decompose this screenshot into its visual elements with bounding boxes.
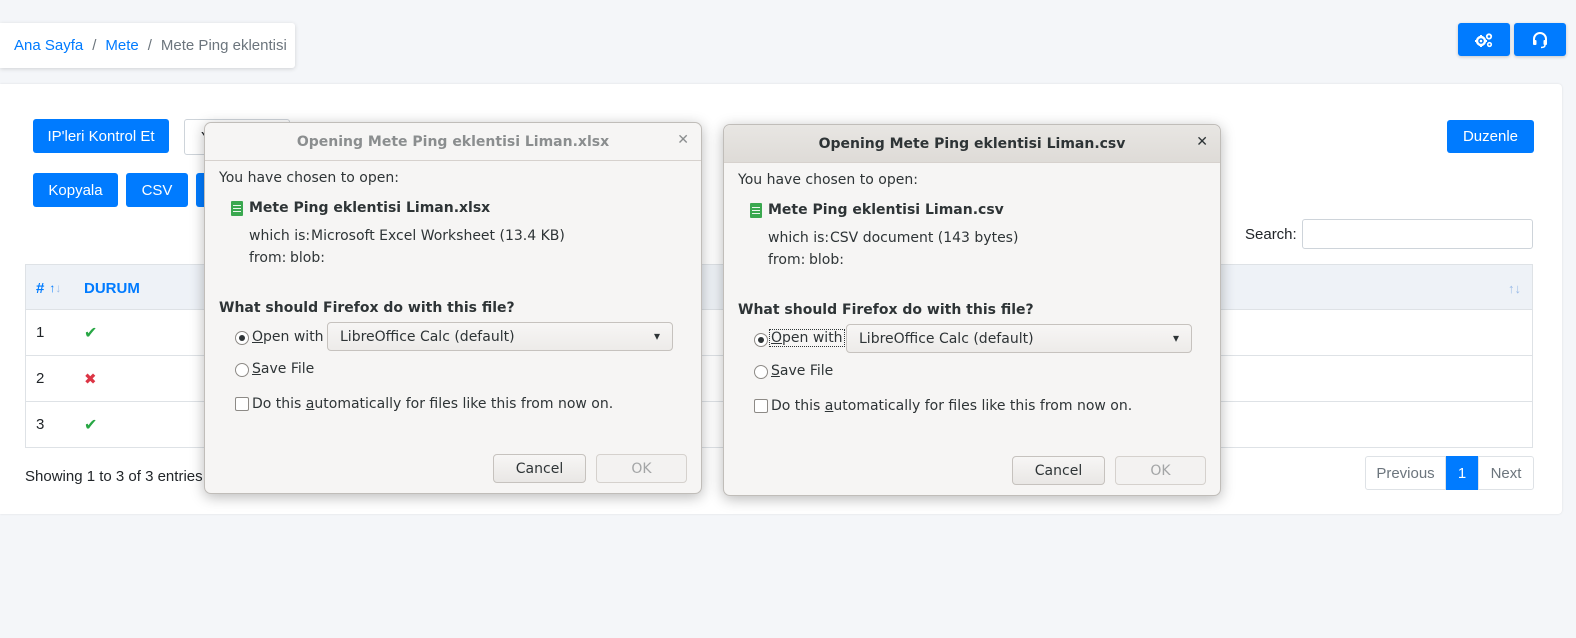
pagination-next[interactable]: Next <box>1478 456 1534 490</box>
table-info: Showing 1 to 3 of 3 entries <box>25 468 203 485</box>
check-ips-button[interactable]: IP'leri Kontrol Et <box>33 119 169 153</box>
breadcrumb-home-link[interactable]: Ana Sayfa <box>14 37 83 54</box>
column-header-number[interactable]: # ↑ ↓ <box>36 265 61 311</box>
file-source-value: blob: <box>809 252 844 268</box>
status-ok-icon: ✔ <box>84 324 98 342</box>
ok-button[interactable]: OK <box>1115 456 1206 485</box>
breadcrumb-separator: / <box>92 37 97 54</box>
support-button[interactable] <box>1514 23 1566 56</box>
file-source-value: blob: <box>290 250 325 266</box>
open-with-radio[interactable] <box>754 333 768 347</box>
row-number: 3 <box>36 416 45 433</box>
application-select-value: LibreOffice Calc (default) <box>859 330 1034 347</box>
chevron-down-icon: ▾ <box>653 329 660 343</box>
dialog-title: Opening Mete Ping eklentisi Liman.xlsx <box>205 123 701 161</box>
edit-button[interactable]: Duzenle <box>1447 120 1534 153</box>
auto-label[interactable]: Do this automatically for files like thi… <box>771 398 1132 414</box>
spreadsheet-file-icon <box>750 203 762 218</box>
open-file-dialog-xlsx: Opening Mete Ping eklentisi Liman.xlsx ✕… <box>204 122 702 494</box>
save-file-radio[interactable] <box>754 365 768 379</box>
cancel-button[interactable]: Cancel <box>493 454 586 483</box>
status-ok-icon: ✔ <box>84 416 98 434</box>
sort-desc-icon: ↓ <box>55 281 62 295</box>
auto-checkbox[interactable] <box>754 399 768 413</box>
csv-button[interactable]: CSV <box>126 173 188 207</box>
ok-button[interactable]: OK <box>596 454 687 483</box>
save-file-label[interactable]: Save File <box>252 361 314 377</box>
close-icon[interactable]: ✕ <box>1196 134 1208 150</box>
auto-label[interactable]: Do this automatically for files like thi… <box>252 396 613 412</box>
row-number: 1 <box>36 324 45 341</box>
breadcrumb-parent-link[interactable]: Mete <box>105 37 138 54</box>
open-with-label[interactable]: Open with <box>252 329 324 345</box>
chevron-down-icon: ▾ <box>1172 331 1179 345</box>
search-input[interactable] <box>1302 219 1533 249</box>
application-select[interactable]: LibreOffice Calc (default) ▾ <box>327 322 673 351</box>
headset-icon <box>1533 31 1547 48</box>
open-file-dialog-csv: Opening Mete Ping eklentisi Liman.csv ✕ … <box>723 124 1221 496</box>
chosen-label: You have chosen to open: <box>738 172 918 188</box>
column-header-durum[interactable]: DURUM <box>84 265 140 311</box>
gears-icon <box>1475 32 1493 47</box>
settings-button[interactable] <box>1458 23 1510 56</box>
pagination-previous[interactable]: Previous <box>1365 456 1446 490</box>
save-file-radio[interactable] <box>235 363 249 377</box>
open-with-label[interactable]: Open with <box>769 329 845 347</box>
auto-checkbox[interactable] <box>235 397 249 411</box>
copy-button[interactable]: Kopyala <box>33 173 118 207</box>
file-type-value: Microsoft Excel Worksheet (13.4 KB) <box>311 228 565 244</box>
spreadsheet-file-icon <box>231 201 243 216</box>
action-question: What should Firefox do with this file? <box>738 302 1034 318</box>
open-with-radio[interactable] <box>235 331 249 345</box>
save-file-label[interactable]: Save File <box>771 363 833 379</box>
close-icon[interactable]: ✕ <box>677 132 689 148</box>
application-select[interactable]: LibreOffice Calc (default) ▾ <box>846 324 1192 353</box>
search-label: Search: <box>1245 226 1297 243</box>
pagination-page-1[interactable]: 1 <box>1446 456 1478 490</box>
dialog-title: Opening Mete Ping eklentisi Liman.csv <box>724 125 1220 163</box>
cancel-button[interactable]: Cancel <box>1012 456 1105 485</box>
application-select-value: LibreOffice Calc (default) <box>340 328 515 345</box>
file-name: Mete Ping eklentisi Liman.xlsx <box>249 200 491 216</box>
file-type-value: CSV document (143 bytes) <box>830 230 1019 246</box>
file-name: Mete Ping eklentisi Liman.csv <box>768 202 1004 218</box>
file-source-label: from: <box>249 250 287 266</box>
file-type-label: which is: <box>249 228 311 244</box>
action-question: What should Firefox do with this file? <box>219 300 515 316</box>
file-type-label: which is: <box>768 230 830 246</box>
row-number: 2 <box>36 370 45 387</box>
sort-icon[interactable]: ↑↓ <box>1508 265 1521 311</box>
file-source-label: from: <box>768 252 806 268</box>
breadcrumb-separator: / <box>147 37 152 54</box>
breadcrumb: Ana Sayfa / Mete / Mete Ping eklentisi <box>0 23 295 68</box>
status-fail-icon: ✖ <box>84 370 97 388</box>
breadcrumb-current: Mete Ping eklentisi <box>160 37 287 54</box>
chosen-label: You have chosen to open: <box>219 170 399 186</box>
